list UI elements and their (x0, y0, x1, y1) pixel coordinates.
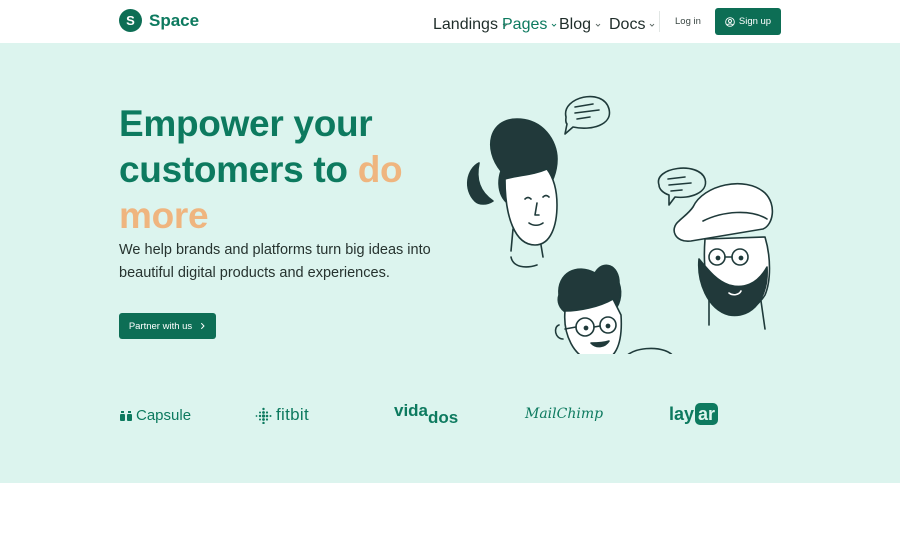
bearded-man-avatar (673, 183, 774, 330)
brand-name-part1: lay (669, 403, 695, 424)
brand-logos-row: Capsule fitbit vida dos MailChimp lay ar (0, 397, 900, 437)
brand-name-part2: ar (695, 403, 719, 425)
nav-item-label: Pages (502, 16, 548, 33)
fitbit-logo: fitbit (255, 405, 309, 425)
speech-bubble-icon (627, 347, 673, 354)
nav-item-blog[interactable]: Blog (559, 16, 602, 34)
logo-link[interactable]: S Space (119, 9, 199, 32)
partner-button[interactable]: Partner with us (119, 313, 216, 339)
brand-name-part2: dos (428, 408, 459, 427)
brand-name-part1: vida (394, 401, 429, 420)
logo-mark: S (119, 9, 142, 32)
capsule-icon (120, 410, 132, 421)
chevron-down-icon (552, 23, 557, 27)
nav-item-pages[interactable]: Pages (502, 16, 558, 34)
speech-bubble-icon (564, 95, 611, 135)
mailchimp-logo: MailChimp (525, 406, 603, 422)
top-navbar: S Space Landings Pages Blog Docs Log in … (0, 0, 900, 43)
hero-illustration (467, 95, 774, 354)
nav-item-label: Landings (433, 16, 498, 33)
nav-item-label: Docs (609, 16, 646, 33)
fitbit-dots-icon (255, 407, 272, 424)
woman-avatar (467, 118, 558, 268)
chevron-down-icon (595, 23, 601, 27)
brand-name: fitbit (276, 405, 309, 424)
brand-name: Capsule (136, 407, 192, 424)
nav-item-docs[interactable]: Docs (609, 16, 656, 34)
signup-button[interactable]: Sign up (715, 8, 781, 35)
headline-main: Empower your customers to (119, 103, 373, 190)
signup-label: Sign up (738, 16, 772, 27)
nav-item-landings[interactable]: Landings (433, 16, 509, 34)
capsule-logo: Capsule (119, 407, 191, 424)
hero-subtext: We help brands and platforms turn big id… (119, 242, 431, 281)
user-circle-icon (725, 16, 735, 27)
vidados-logo: vida dos (394, 401, 458, 427)
young-man-avatar (554, 264, 623, 354)
partner-label: Partner with us (128, 320, 193, 332)
login-link[interactable]: Log in (675, 16, 701, 27)
chevron-right-icon (201, 322, 205, 330)
nav-divider (659, 11, 660, 32)
chevron-down-icon (650, 23, 655, 27)
logo-text: Space (149, 10, 200, 30)
hero-headline: Empower your customers to do more (119, 101, 449, 239)
layar-logo: lay ar (669, 403, 719, 425)
hero-section: Empower your customers to do more We hel… (0, 43, 900, 483)
brand-name: MailChimp (525, 406, 604, 422)
nav-item-label: Blog (559, 16, 592, 33)
